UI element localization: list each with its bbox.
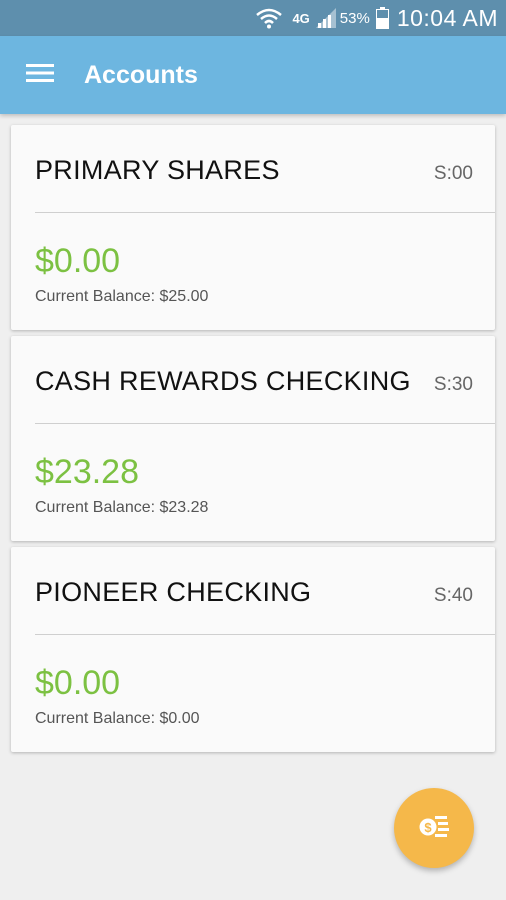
current-balance: Current Balance: $0.00 <box>35 710 200 727</box>
menu-button[interactable] <box>24 59 56 91</box>
available-amount: $0.00 <box>35 242 121 280</box>
status-bar: 4G 53% 10:04 AM <box>0 0 506 36</box>
account-suffix: S:40 <box>433 585 473 606</box>
current-balance: Current Balance: $25.00 <box>35 288 209 305</box>
transfer-money-icon: $ <box>418 812 450 845</box>
svg-text:$: $ <box>424 820 432 835</box>
app-bar: Accounts <box>0 36 506 114</box>
card-divider <box>35 634 495 635</box>
wifi-icon <box>256 7 283 29</box>
account-name: PIONEER CHECKING <box>35 577 312 607</box>
signal-icon <box>315 8 336 28</box>
account-suffix: S:30 <box>433 374 473 395</box>
account-name: CASH REWARDS CHECKING <box>35 366 411 396</box>
available-amount: $0.00 <box>35 664 121 702</box>
available-amount: $23.28 <box>35 453 139 491</box>
account-name: PRIMARY SHARES <box>35 155 280 185</box>
battery-percent: 53% <box>339 9 370 27</box>
account-list: PRIMARY SHARES S:00 $0.00 Current Balanc… <box>11 125 495 758</box>
account-suffix: S:00 <box>433 163 473 184</box>
card-divider <box>35 423 495 424</box>
card-divider <box>35 212 495 213</box>
current-balance: Current Balance: $23.28 <box>35 499 209 516</box>
page-title: Accounts <box>84 60 198 89</box>
menu-icon <box>26 62 54 89</box>
account-card-primary-shares[interactable]: PRIMARY SHARES S:00 $0.00 Current Balanc… <box>11 125 495 330</box>
account-card-cash-rewards-checking[interactable]: CASH REWARDS CHECKING S:30 $23.28 Curren… <box>11 336 495 541</box>
transfer-fab-button[interactable]: $ <box>394 788 474 868</box>
status-time: 10:04 AM <box>396 4 498 31</box>
battery-icon <box>375 7 389 29</box>
network-type-label: 4G <box>292 10 310 26</box>
account-card-pioneer-checking[interactable]: PIONEER CHECKING S:40 $0.00 Current Bala… <box>11 547 495 752</box>
